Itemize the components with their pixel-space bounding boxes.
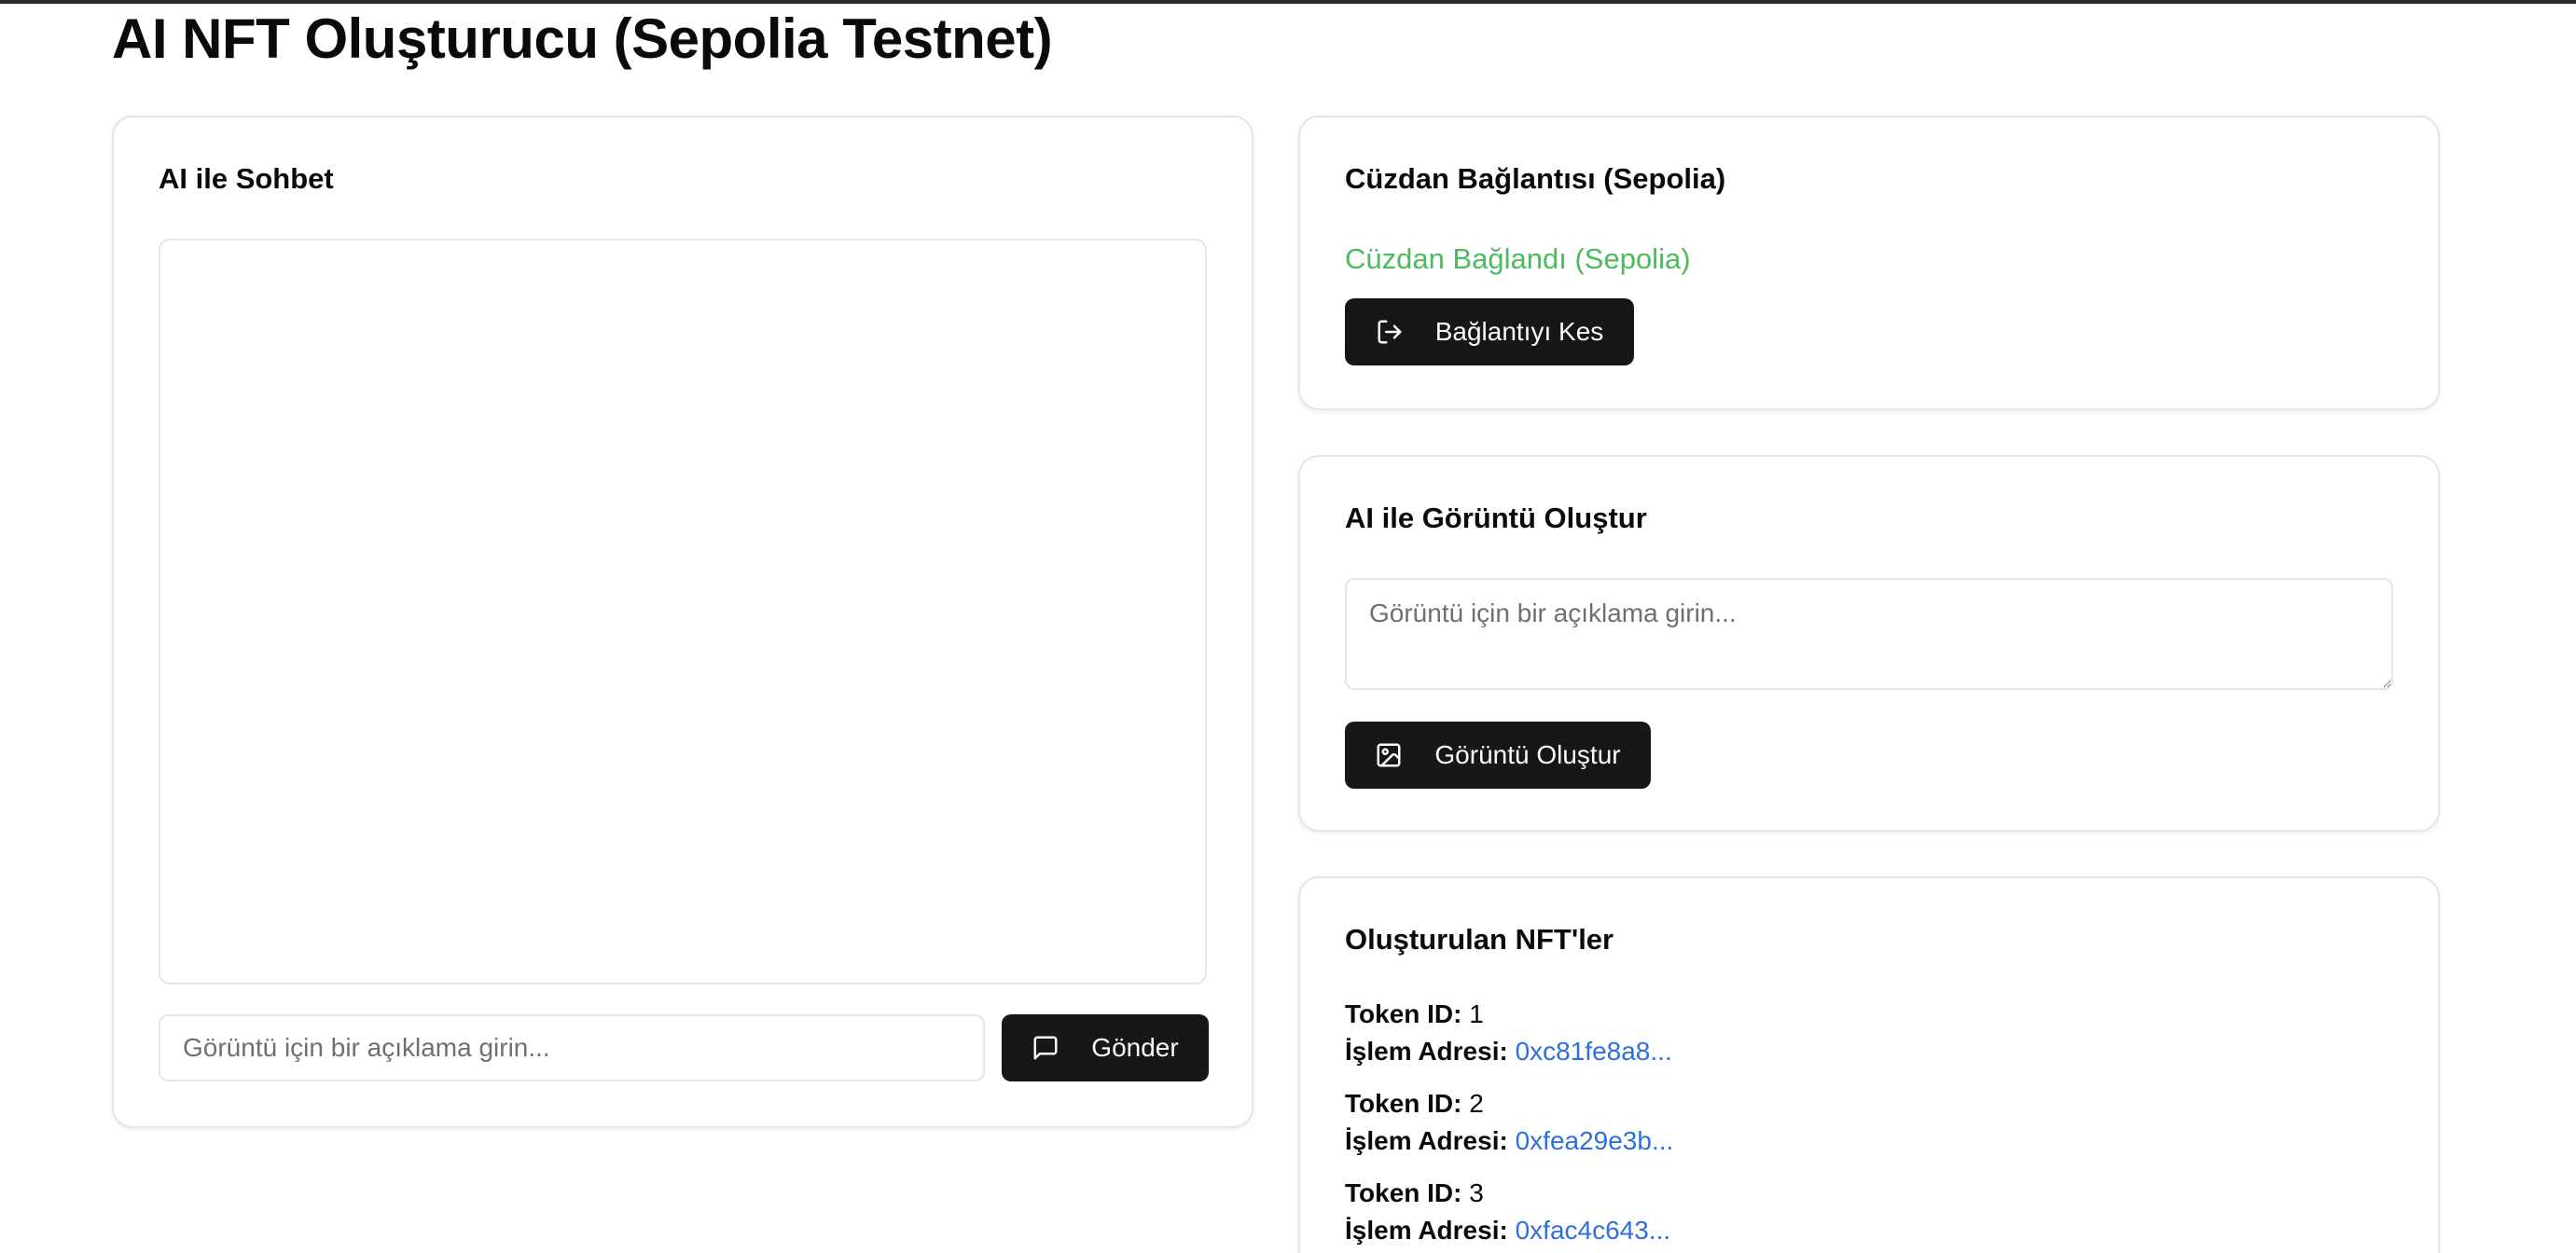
tx-address-link[interactable]: 0xc81fe8a8... — [1516, 1037, 1672, 1066]
token-id-value: 2 — [1469, 1089, 1484, 1118]
image-icon — [1375, 741, 1403, 769]
wallet-card: Cüzdan Bağlantısı (Sepolia) Cüzdan Bağla… — [1298, 116, 2440, 410]
tx-address-label: İşlem Adresi: — [1345, 1216, 1508, 1245]
generate-image-button-label: Görüntü Oluştur — [1434, 740, 1621, 769]
token-id-label: Token ID: — [1345, 1178, 1462, 1207]
log-out-icon — [1376, 318, 1404, 346]
image-gen-card: AI ile Görüntü Oluştur Görüntü Oluştur — [1298, 455, 2440, 832]
image-prompt-textarea[interactable] — [1345, 578, 2393, 690]
chat-messages-area[interactable] — [159, 239, 1207, 984]
list-item: Token ID: 3 İşlem Adresi: 0xfac4c643... — [1345, 1175, 1673, 1249]
token-id-value: 3 — [1469, 1178, 1484, 1207]
wallet-status: Cüzdan Bağlandı (Sepolia) — [1345, 242, 1691, 275]
message-square-icon — [1032, 1034, 1059, 1062]
list-item: Token ID: 1 İşlem Adresi: 0xc81fe8a8... — [1345, 996, 1673, 1070]
send-button[interactable]: Gönder — [1002, 1014, 1209, 1081]
send-button-label: Gönder — [1091, 1033, 1179, 1062]
wallet-card-title: Cüzdan Bağlantısı (Sepolia) — [1345, 162, 1726, 195]
tx-address-link[interactable]: 0xfea29e3b... — [1516, 1126, 1674, 1155]
list-item: Token ID: 2 İşlem Adresi: 0xfea29e3b... — [1345, 1085, 1673, 1160]
nft-list: Token ID: 1 İşlem Adresi: 0xc81fe8a8... … — [1345, 996, 1673, 1253]
chat-card: AI ile Sohbet Gönder — [112, 116, 1253, 1128]
tx-address-label: İşlem Adresi: — [1345, 1037, 1508, 1066]
token-id-label: Token ID: — [1345, 999, 1462, 1028]
nft-list-card: Oluşturulan NFT'ler Token ID: 1 İşlem Ad… — [1298, 876, 2440, 1253]
page-title: AI NFT Oluşturucu (Sepolia Testnet) — [112, 7, 1053, 70]
disconnect-button-label: Bağlantıyı Kes — [1434, 317, 1604, 346]
token-id-value: 1 — [1469, 999, 1484, 1028]
image-gen-card-title: AI ile Görüntü Oluştur — [1345, 502, 1647, 534]
nft-card-title: Oluşturulan NFT'ler — [1345, 923, 1614, 956]
chat-input[interactable] — [159, 1014, 985, 1081]
tx-address-link[interactable]: 0xfac4c643... — [1516, 1216, 1671, 1245]
chat-card-title: AI ile Sohbet — [159, 162, 334, 195]
disconnect-button[interactable]: Bağlantıyı Kes — [1345, 298, 1634, 365]
top-border — [0, 0, 2576, 4]
generate-image-button[interactable]: Görüntü Oluştur — [1345, 722, 1651, 789]
tx-address-label: İşlem Adresi: — [1345, 1126, 1508, 1155]
token-id-label: Token ID: — [1345, 1089, 1462, 1118]
